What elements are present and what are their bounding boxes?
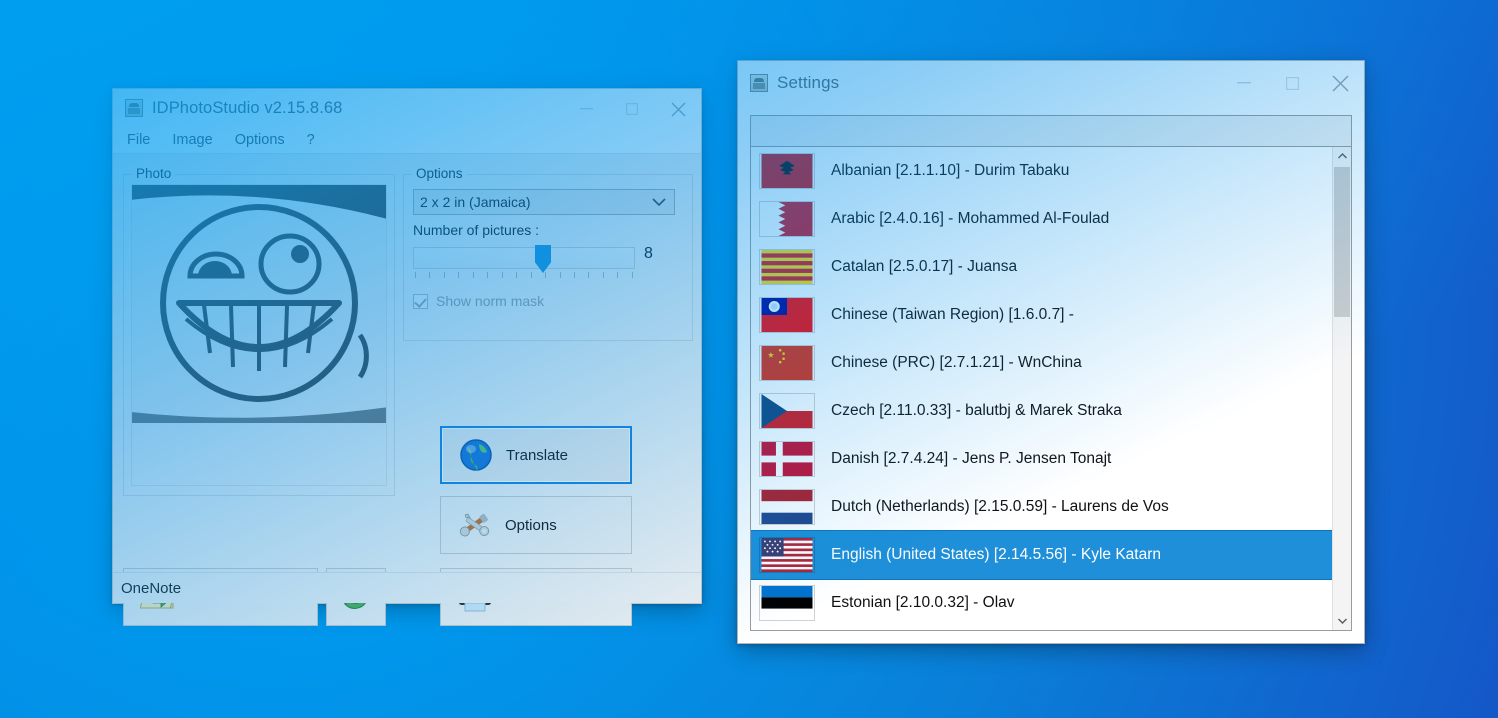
language-list-scrollbar[interactable] bbox=[1332, 147, 1351, 630]
status-bar-text: OneNote bbox=[121, 579, 182, 597]
language-list-item[interactable]: English (United States) [2.14.5.56] - Ky… bbox=[751, 530, 1332, 580]
flag-icon-taiwan bbox=[759, 297, 815, 333]
language-list-item[interactable]: Arabic [2.4.0.16] - Mohammed Al-Foulad bbox=[751, 195, 1332, 243]
maximize-icon[interactable] bbox=[1268, 61, 1316, 105]
flag-icon-catalonia bbox=[759, 249, 815, 285]
flag-icon-bahrain bbox=[759, 201, 815, 237]
language-list-rows[interactable]: Albanian [2.1.1.10] - Durim Tabaku Arabic… bbox=[751, 147, 1332, 630]
language-list-item-label: Dutch (Netherlands) [2.15.0.59] - Lauren… bbox=[831, 498, 1169, 515]
settings-title: Settings bbox=[777, 73, 840, 92]
app-photo-icon bbox=[125, 99, 143, 117]
language-list-item[interactable]: Estonian [2.10.0.32] - Olav bbox=[751, 579, 1332, 627]
app-photo-icon bbox=[750, 74, 768, 92]
language-list-item[interactable]: Chinese (Taiwan Region) [1.6.0.7] - bbox=[751, 291, 1332, 339]
language-list-item[interactable]: Dutch (Netherlands) [2.15.0.59] - Lauren… bbox=[751, 483, 1332, 531]
options-group: Options 2 x 2 in (Jamaica) Number of pic… bbox=[403, 166, 693, 341]
settings-titlebar[interactable]: Settings bbox=[738, 61, 1364, 105]
globe-icon bbox=[456, 438, 496, 472]
language-list-item-label: Estonian [2.10.0.32] - Olav bbox=[831, 594, 1015, 611]
idphoto-caption-buttons bbox=[563, 89, 701, 129]
menu-image[interactable]: Image bbox=[172, 132, 212, 148]
menu-options[interactable]: Options bbox=[235, 132, 285, 148]
flag-icon-netherlands bbox=[759, 489, 815, 525]
language-list-item-label: English (United States) [2.14.5.56] - Ky… bbox=[831, 546, 1161, 563]
language-list-item-label: Albanian [2.1.1.10] - Durim Tabaku bbox=[831, 162, 1070, 179]
flag-icon-estonia bbox=[759, 585, 815, 621]
language-list-item[interactable]: Albanian [2.1.1.10] - Durim Tabaku bbox=[751, 147, 1332, 195]
language-list-item-label: Chinese (Taiwan Region) [1.6.0.7] - bbox=[831, 306, 1074, 323]
translate-button-label: Translate bbox=[506, 446, 568, 464]
settings-window: Settings Albanian [2.1.1.10] - Durim Tab… bbox=[737, 60, 1365, 644]
close-icon[interactable] bbox=[1316, 61, 1364, 105]
idphoto-title: IDPhotoStudio v2.15.8.68 bbox=[152, 98, 343, 117]
options-button-label: Options bbox=[505, 516, 557, 534]
menu-file[interactable]: File bbox=[127, 132, 150, 148]
flag-icon-china bbox=[759, 345, 815, 381]
flag-icon-czech bbox=[759, 393, 815, 429]
language-list-item-label: Chinese (PRC) [2.7.1.21] - WnChina bbox=[831, 354, 1082, 371]
idphoto-status-bar: OneNote bbox=[113, 572, 701, 603]
print-format-value: 2 x 2 in (Jamaica) bbox=[420, 194, 531, 210]
flag-icon-albania bbox=[759, 153, 815, 189]
slider-ticks bbox=[415, 272, 633, 280]
idphoto-client-area: Photo Options 2 x 2 in (Jamaica) Number … bbox=[113, 153, 701, 626]
language-list-item[interactable]: Chinese (PRC) [2.7.1.21] - WnChina bbox=[751, 339, 1332, 387]
language-list-item[interactable]: Czech [2.11.0.33] - balutbj & Marek Stra… bbox=[751, 387, 1332, 435]
options-button[interactable]: Options bbox=[440, 496, 632, 554]
settings-caption-buttons bbox=[1220, 61, 1364, 105]
chevron-down-icon bbox=[652, 194, 666, 210]
translate-button[interactable]: Translate bbox=[440, 426, 632, 484]
tools-icon bbox=[455, 508, 495, 542]
language-list-item[interactable]: Danish [2.7.4.24] - Jens P. Jensen Tonaj… bbox=[751, 435, 1332, 483]
slider-track[interactable] bbox=[413, 247, 635, 269]
menu-help[interactable]: ? bbox=[307, 132, 315, 148]
checkbox-checked-icon bbox=[413, 293, 428, 309]
language-list-item-label: Catalan [2.5.0.17] - Juansa bbox=[831, 258, 1018, 275]
desktop-background: IDPhotoStudio v2.15.8.68 File Image Opti… bbox=[0, 0, 1498, 718]
language-list-item-label: Danish [2.7.4.24] - Jens P. Jensen Tonaj… bbox=[831, 450, 1112, 467]
photo-preview[interactable] bbox=[131, 184, 387, 486]
minimize-icon[interactable] bbox=[1220, 61, 1268, 105]
settings-body: Albanian [2.1.1.10] - Durim Tabaku Arabic… bbox=[738, 105, 1364, 643]
maximize-icon[interactable] bbox=[609, 89, 655, 129]
chevron-down-icon[interactable] bbox=[1333, 612, 1351, 630]
idphotostudio-window: IDPhotoStudio v2.15.8.68 File Image Opti… bbox=[112, 88, 702, 626]
minimize-icon[interactable] bbox=[563, 89, 609, 129]
language-list-header bbox=[751, 116, 1351, 147]
language-list-item[interactable]: Catalan [2.5.0.17] - Juansa bbox=[751, 243, 1332, 291]
photo-group: Photo bbox=[123, 166, 395, 496]
close-icon[interactable] bbox=[655, 89, 701, 129]
chevron-up-icon[interactable] bbox=[1333, 147, 1351, 165]
number-of-pictures-label: Number of pictures : bbox=[413, 222, 540, 238]
options-group-legend: Options bbox=[412, 166, 467, 181]
number-of-pictures-value: 8 bbox=[644, 245, 653, 262]
language-list-item-label: Czech [2.11.0.33] - balutbj & Marek Stra… bbox=[831, 402, 1122, 419]
language-list-body: Albanian [2.1.1.10] - Durim Tabaku Arabic… bbox=[751, 147, 1351, 630]
show-norm-mask-checkbox[interactable]: Show norm mask bbox=[413, 293, 544, 309]
show-norm-mask-label: Show norm mask bbox=[436, 293, 545, 309]
flag-icon-usa bbox=[759, 537, 815, 573]
flag-icon-denmark bbox=[759, 441, 815, 477]
scrollbar-thumb[interactable] bbox=[1334, 167, 1350, 317]
number-of-pictures-slider[interactable] bbox=[413, 245, 635, 283]
idphoto-titlebar[interactable]: IDPhotoStudio v2.15.8.68 bbox=[113, 89, 701, 127]
photo-image-smiley bbox=[132, 185, 386, 423]
language-list-panel: Albanian [2.1.1.10] - Durim Tabaku Arabic… bbox=[750, 115, 1352, 631]
print-format-select[interactable]: 2 x 2 in (Jamaica) bbox=[413, 189, 675, 215]
idphoto-menubar: File Image Options ? bbox=[113, 127, 701, 153]
language-list-item-label: Arabic [2.4.0.16] - Mohammed Al-Foulad bbox=[831, 210, 1110, 227]
photo-group-legend: Photo bbox=[132, 166, 176, 181]
